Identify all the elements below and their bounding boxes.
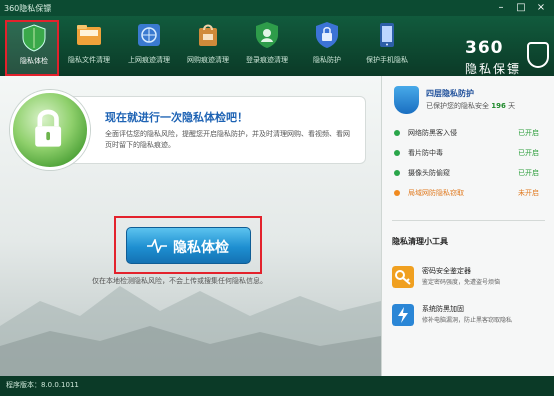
lightning-shield-icon	[392, 304, 414, 326]
protection-name: 看片防中毒	[408, 149, 443, 157]
tool-privacy-check[interactable]: 隐私体检	[5, 20, 59, 76]
protection-title[interactable]: 四层隐私防护	[426, 88, 474, 99]
status-dot-icon	[394, 150, 400, 156]
lock-shield-icon	[316, 22, 338, 48]
protection-status: 已开启	[518, 129, 539, 137]
main-content: 现在就进行一次隐私体检吧！ 全面评估您的隐私风险，提醒您开启隐私防护，并及时清理…	[0, 76, 381, 376]
status-dot-icon	[394, 190, 400, 196]
status-bar: 程序版本：8.0.0.1011	[0, 376, 554, 396]
brand-number: 360	[465, 38, 504, 58]
protection-days-prefix: 已保护您的隐私安全	[426, 102, 489, 110]
tool-privacy-protect[interactable]: 隐私防护	[300, 19, 354, 71]
lock-icon	[35, 109, 62, 147]
green-shield-icon	[22, 24, 46, 52]
tool-shopping-trace-clean[interactable]: 网购痕迹清理	[181, 19, 235, 71]
version-text: 程序版本：8.0.0.1011	[6, 381, 79, 389]
divider	[392, 220, 545, 221]
scan-note: 仅在本地检测隐私风险，不会上传或搜集任何隐私信息。	[92, 277, 267, 285]
tool-label: 网购痕迹清理	[187, 56, 229, 64]
protection-name: 局域网防隐私窃取	[408, 189, 464, 197]
protection-status: 已开启	[518, 149, 539, 157]
tool-name: 密码安全鉴定器	[422, 267, 471, 275]
brand-name: 隐私保镖	[465, 62, 522, 76]
protection-days-unit: 天	[508, 102, 516, 110]
folder-icon	[77, 25, 101, 45]
tool-label: 隐私防护	[313, 56, 341, 64]
tool-file-clean[interactable]: 隐私文件清理	[62, 19, 116, 71]
banner-title: 现在就进行一次隐私体检吧！	[105, 111, 248, 124]
status-dot-icon	[394, 130, 400, 136]
protection-item[interactable]: 局域网防隐私窃取 未开启	[394, 188, 544, 200]
tool-system-hardening[interactable]: 系统防黑加固 修补电脑漏洞，防止黑客窃取隐私	[392, 302, 547, 328]
privacy-check-button-label: 隐私体检	[173, 240, 229, 256]
tool-description: 鉴定密码强度，免遭盗号烦恼	[422, 279, 501, 286]
protection-days-count: 196	[491, 102, 506, 110]
tool-login-trace-clean[interactable]: 登录痕迹清理	[240, 19, 294, 71]
scan-button-highlight: 隐私体检	[114, 216, 262, 274]
protection-status: 未开启	[518, 189, 539, 197]
tool-label: 登录痕迹清理	[246, 56, 288, 64]
minimize-button[interactable]: –	[494, 2, 508, 14]
protection-name: 网络防黑客入侵	[408, 129, 457, 137]
phone-icon	[380, 23, 394, 47]
side-panel: 四层隐私防护 已保护您的隐私安全 196 天 网络防黑客入侵 已开启 看片防中毒…	[381, 76, 554, 376]
close-button[interactable]: ×	[534, 2, 548, 14]
tool-label: 保护手机隐私	[366, 56, 408, 64]
key-icon	[392, 266, 414, 288]
tool-phone-privacy[interactable]: 保护手机隐私	[360, 19, 414, 71]
browser-globe-icon	[138, 24, 160, 46]
privacy-check-button[interactable]: 隐私体检	[126, 227, 251, 264]
blue-shield-icon	[394, 86, 419, 114]
tool-name: 系统防黑加固	[422, 305, 464, 313]
tool-label: 隐私体检	[20, 57, 48, 65]
banner-description: 全面评估您的隐私风险，提醒您开启隐私防护，并及时清理网购、看视频、看网页时留下的…	[105, 130, 350, 149]
protection-status: 已开启	[518, 169, 539, 177]
protection-item[interactable]: 摄像头防偷窥 已开启	[394, 168, 544, 180]
status-dot-icon	[394, 170, 400, 176]
maximize-button[interactable]: □	[514, 2, 528, 14]
shopping-bag-icon	[199, 24, 217, 46]
protection-item[interactable]: 网络防黑客入侵 已开启	[394, 128, 544, 140]
title-bar: 360隐私保镖 – □ ×	[0, 0, 554, 16]
protection-name: 摄像头防偷窥	[408, 169, 450, 177]
tools-section-title: 隐私清理小工具	[392, 237, 448, 246]
privacy-lock-emblem	[10, 90, 90, 170]
pulse-icon	[147, 239, 167, 253]
tool-description: 修补电脑漏洞，防止黑客窃取隐私	[422, 317, 513, 324]
app-title: 360隐私保镖	[4, 4, 52, 13]
main-toolbar: 隐私体检 隐私文件清理 上网痕迹清理 网购痕迹清理 登录痕迹清理 隐私防护 保护…	[0, 16, 554, 76]
tool-label: 上网痕迹清理	[128, 56, 170, 64]
tool-label: 隐私文件清理	[68, 56, 110, 64]
brand-shield-icon	[527, 42, 549, 68]
shield-user-icon	[256, 22, 278, 48]
protection-days: 已保护您的隐私安全 196 天	[426, 101, 515, 111]
tool-password-checker[interactable]: 密码安全鉴定器 鉴定密码强度，免遭盗号烦恼	[392, 264, 547, 290]
tool-web-trace-clean[interactable]: 上网痕迹清理	[122, 19, 176, 71]
protection-item[interactable]: 看片防中毒 已开启	[394, 148, 544, 160]
promo-banner: 现在就进行一次隐私体检吧！ 全面评估您的隐私风险，提醒您开启隐私防护，并及时清理…	[66, 96, 366, 164]
